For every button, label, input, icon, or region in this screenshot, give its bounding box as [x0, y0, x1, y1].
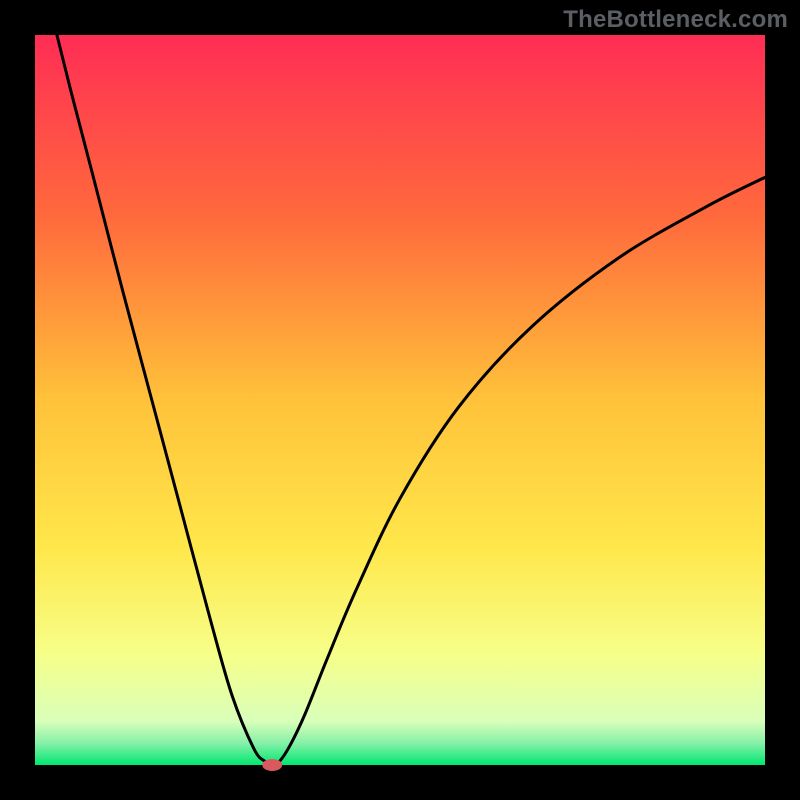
sweet-spot-marker — [262, 759, 282, 771]
bottleneck-chart — [0, 0, 800, 800]
chart-frame: TheBottleneck.com — [0, 0, 800, 800]
plot-background — [35, 35, 765, 765]
watermark-text: TheBottleneck.com — [563, 6, 788, 34]
